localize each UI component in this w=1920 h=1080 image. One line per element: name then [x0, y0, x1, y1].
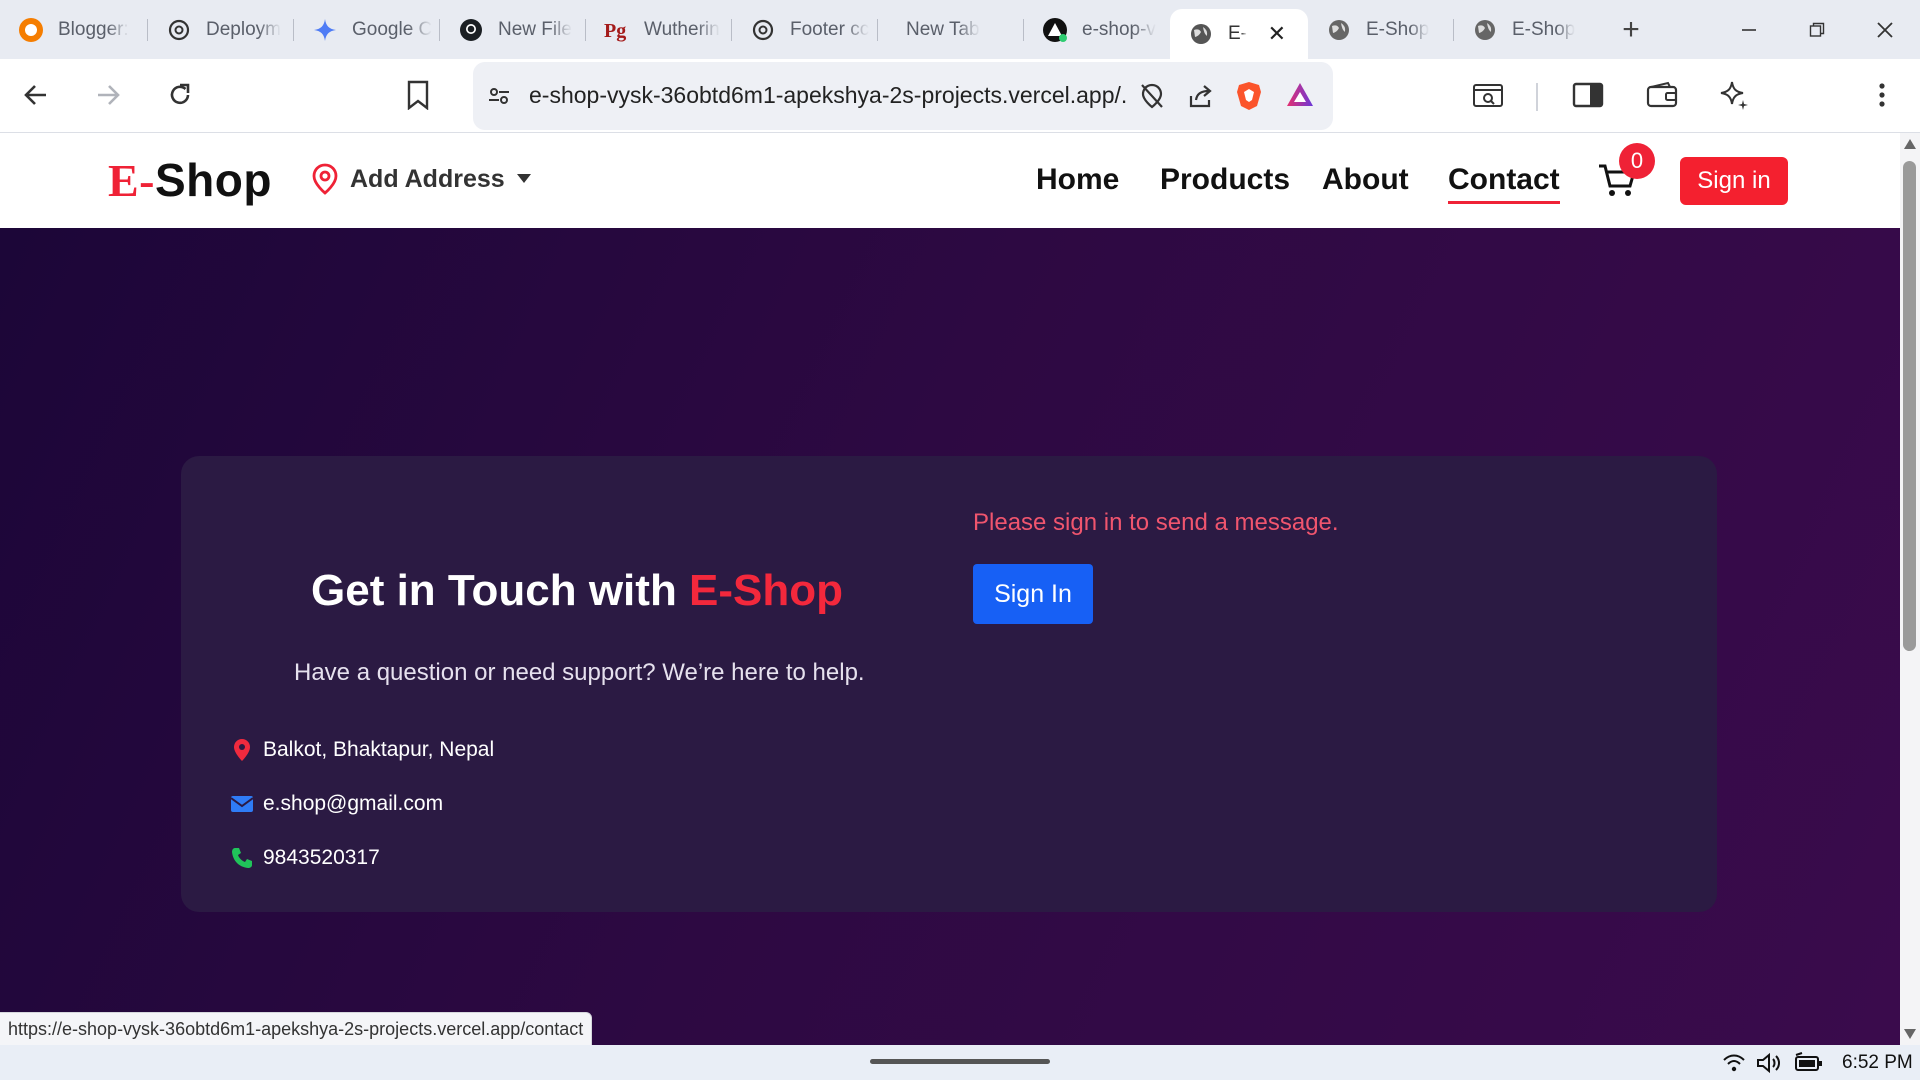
close-tab-icon[interactable]: ✕	[1268, 21, 1286, 47]
tab-label: Google C	[352, 18, 433, 40]
no-tracking-icon[interactable]	[1139, 82, 1165, 115]
contact-email-row: e.shop@gmail.com	[229, 792, 443, 816]
wifi-icon[interactable]	[1722, 1053, 1746, 1078]
cart-count-badge: 0	[1619, 143, 1655, 179]
tab-label: e-shop-v	[1082, 18, 1156, 40]
share-icon[interactable]	[1187, 82, 1215, 115]
vercel-icon	[1042, 17, 1068, 43]
nav-contact[interactable]: Contact	[1448, 163, 1560, 204]
caret-down-icon	[516, 174, 531, 184]
url-text[interactable]: e-shop-vysk-36obtd6m1-apekshya-2s-projec…	[529, 82, 1129, 109]
tab-label: E-Shop	[1366, 18, 1430, 40]
scroll-down-arrow-icon[interactable]	[1904, 1029, 1916, 1039]
contact-address-row: Balkot, Bhaktapur, Nepal	[229, 738, 494, 762]
web-page: E-Shop Add Address Home Products About C…	[0, 133, 1900, 1045]
contact-card: Get in Touch with E-Shop Have a question…	[181, 456, 1717, 912]
back-icon[interactable]	[16, 75, 56, 115]
contact-sign-in-button[interactable]: Sign In	[973, 564, 1093, 624]
browser-tab[interactable]: New File	[440, 0, 586, 59]
tab-label: New Tab	[906, 18, 980, 40]
restore-icon[interactable]	[1782, 0, 1852, 59]
sidebar-icon[interactable]	[1568, 75, 1608, 115]
brave-shields-icon[interactable]	[1235, 80, 1263, 117]
contact-phone[interactable]: 9843520317	[263, 846, 380, 870]
browser-tab[interactable]: E-Shop	[1308, 0, 1454, 59]
wallet-icon[interactable]	[1642, 75, 1682, 115]
browser-toolbar: e-shop-vysk-36obtd6m1-apekshya-2s-projec…	[0, 59, 1920, 133]
nav-home[interactable]: Home	[1036, 163, 1119, 197]
header-sign-in-button[interactable]: Sign in	[1680, 157, 1788, 205]
title-brand: E-Shop	[689, 566, 844, 615]
reading-mode-icon[interactable]	[1468, 75, 1508, 115]
system-clock: 6:52 PM	[1842, 1052, 1913, 1073]
pg-icon: Pg	[604, 17, 630, 43]
openai-icon	[166, 17, 192, 43]
reload-icon[interactable]	[160, 75, 200, 115]
tab-label: Blogger:	[58, 18, 129, 40]
contact-email[interactable]: e.shop@gmail.com	[263, 792, 443, 816]
close-window-icon[interactable]	[1850, 0, 1920, 59]
globe-icon	[1188, 21, 1214, 47]
map-pin-icon	[310, 163, 340, 195]
address-bar[interactable]: e-shop-vysk-36obtd6m1-apekshya-2s-projec…	[473, 62, 1333, 130]
new-tab-plus-icon[interactable]: +	[1606, 13, 1656, 47]
browser-tab[interactable]: E-Shop	[1454, 0, 1600, 59]
tab-label: E-Shop	[1512, 18, 1576, 40]
site-settings-icon[interactable]	[487, 84, 511, 113]
svg-text:Pg: Pg	[604, 20, 626, 42]
scrollbar-thumb[interactable]	[1903, 161, 1916, 651]
globe-icon	[1472, 17, 1498, 43]
status-url-bubble: https://e-shop-vysk-36obtd6m1-apekshya-2…	[0, 1012, 593, 1046]
gemini-icon	[312, 17, 338, 43]
logo-e: E-	[108, 155, 155, 206]
contact-address: Balkot, Bhaktapur, Nepal	[263, 738, 495, 761]
browser-tab-strip: Blogger: Deploym Google C New File Pg Wu…	[0, 0, 1920, 59]
browser-tab[interactable]: New Tab	[878, 0, 1024, 59]
volume-icon[interactable]	[1756, 1052, 1784, 1079]
tab-label: Footer cc	[790, 18, 870, 40]
site-logo[interactable]: E-Shop	[108, 153, 272, 207]
globe-icon	[1326, 17, 1352, 43]
nav-products[interactable]: Products	[1160, 163, 1290, 197]
forward-icon[interactable]	[88, 75, 128, 115]
contact-subtitle: Have a question or need support? We’re h…	[294, 659, 865, 686]
envelope-icon	[229, 795, 255, 813]
tab-label: Deploym	[206, 18, 281, 40]
phone-icon	[229, 847, 255, 869]
battery-icon[interactable]	[1794, 1052, 1824, 1079]
contact-title: Get in Touch with E-Shop	[311, 566, 843, 616]
leo-ai-icon[interactable]	[1714, 75, 1754, 115]
browser-tab[interactable]: Footer cc	[732, 0, 878, 59]
logo-shop: Shop	[155, 154, 272, 206]
nav-about[interactable]: About	[1322, 163, 1409, 197]
browser-tab[interactable]: Deploym	[148, 0, 294, 59]
contact-phone-row: 9843520317	[229, 846, 380, 870]
title-prefix: Get in Touch with	[311, 566, 690, 615]
github-icon	[458, 17, 484, 43]
bookmark-icon[interactable]	[398, 75, 438, 115]
contact-section: Get in Touch with E-Shop Have a question…	[0, 228, 1900, 1045]
brave-rewards-icon[interactable]	[1285, 81, 1315, 114]
browser-tab[interactable]: Pg Wutherin	[586, 0, 732, 59]
menu-kebab-icon[interactable]	[1862, 75, 1902, 115]
add-address-dropdown[interactable]: Add Address	[310, 163, 531, 195]
sign-in-warning: Please sign in to send a message.	[973, 509, 1339, 536]
tab-label: E-	[1228, 23, 1247, 44]
browser-tab[interactable]: Blogger:	[0, 0, 148, 59]
browser-tab[interactable]: e-shop-v	[1024, 0, 1170, 59]
scroll-up-arrow-icon[interactable]	[1904, 139, 1916, 149]
minimize-icon[interactable]	[1714, 0, 1784, 59]
location-pin-icon	[229, 738, 255, 762]
site-header: E-Shop Add Address Home Products About C…	[0, 133, 1900, 228]
blogger-icon	[18, 17, 44, 43]
browser-tab[interactable]: Google C	[294, 0, 440, 59]
openai-icon	[750, 17, 776, 43]
tab-label: New File	[498, 18, 572, 40]
page-scrollbar[interactable]	[1900, 133, 1920, 1045]
browser-tab-active[interactable]: E- ✕	[1170, 9, 1308, 59]
os-taskbar: 6:52 PM	[0, 1045, 1920, 1080]
add-address-label: Add Address	[350, 164, 505, 193]
home-handle[interactable]	[870, 1059, 1050, 1064]
tab-label: Wutherin	[644, 18, 720, 40]
